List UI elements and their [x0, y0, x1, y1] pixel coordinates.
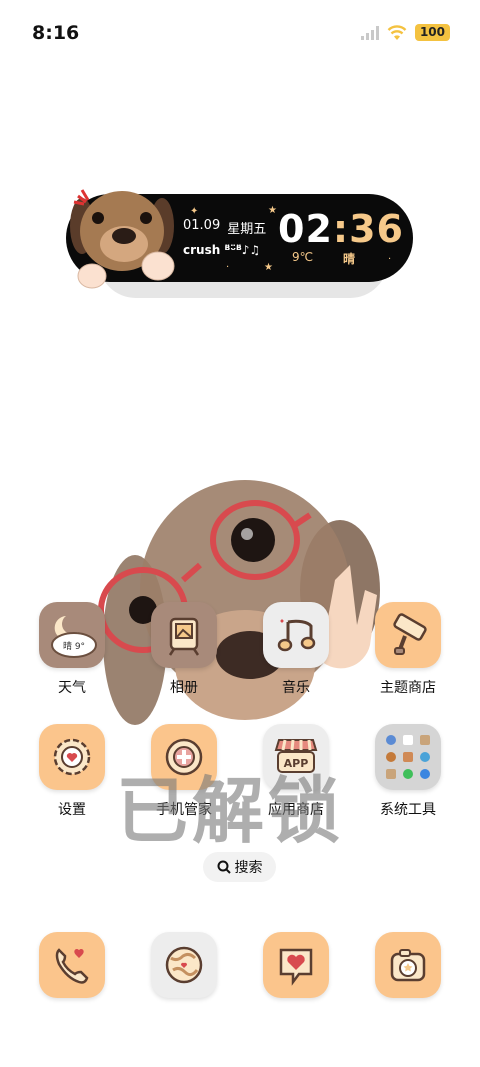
- app-label: 音乐: [282, 680, 310, 696]
- status-bar: 8:16 100: [0, 0, 480, 70]
- widget-clock-sep: :: [332, 207, 350, 251]
- search-icon: [217, 860, 231, 874]
- widget-clock: 02:36: [278, 207, 404, 251]
- app-system-tools-folder[interactable]: 系统工具: [358, 724, 458, 819]
- app-theme-store[interactable]: 主题商店: [358, 602, 458, 697]
- widget-date: 01.09: [183, 218, 221, 233]
- browser-icon[interactable]: [151, 932, 217, 998]
- app-label: 系统工具: [380, 802, 436, 818]
- app-label: 主题商店: [380, 680, 436, 696]
- theme-store-icon: [375, 602, 441, 668]
- star-decoration: ★: [268, 205, 277, 216]
- camera-icon[interactable]: [375, 932, 441, 998]
- widget-clock-min: 36: [349, 207, 404, 251]
- app-label: 设置: [58, 802, 86, 818]
- star-decoration: ✦: [190, 206, 199, 217]
- messages-icon[interactable]: [263, 932, 329, 998]
- app-gallery[interactable]: 相册: [134, 602, 234, 697]
- widget-clock-hour: 02: [278, 207, 333, 251]
- settings-icon: [39, 724, 105, 790]
- weather-icon: 晴 9°: [39, 602, 105, 668]
- search-button[interactable]: 搜索: [203, 852, 276, 882]
- app-label: 相册: [170, 680, 198, 696]
- wifi-icon: [387, 24, 407, 40]
- widget-temperature: 9℃: [292, 250, 314, 264]
- widget-weekday: 星期五: [227, 222, 267, 237]
- widget-weather: 晴: [343, 252, 356, 266]
- music-icon: [263, 602, 329, 668]
- star-decoration: ·: [388, 254, 392, 265]
- status-icons: 100: [360, 24, 450, 41]
- weather-icon-text: 晴 9°: [63, 640, 85, 652]
- unlocked-overlay-text: 已解锁: [116, 769, 345, 853]
- app-music[interactable]: 音乐: [246, 602, 346, 697]
- system-tools-folder-icon: [375, 724, 441, 790]
- app-label: 天气: [58, 680, 86, 696]
- dock: [0, 932, 480, 1002]
- battery-indicator: 100: [414, 24, 450, 41]
- gallery-icon: [151, 602, 217, 668]
- signal-icon: [360, 25, 379, 40]
- star-decoration: ·: [226, 262, 230, 273]
- search-label: 搜索: [234, 860, 263, 876]
- phone-icon[interactable]: [39, 932, 105, 998]
- app-weather[interactable]: 晴 9° 天气: [22, 602, 122, 697]
- status-time: 8:16: [32, 22, 80, 44]
- widget-dog-sticker: [70, 189, 175, 289]
- widget-date-row: 01.09 星期五: [183, 218, 266, 237]
- widget-song: crush ᴮ̈ᵕ̈ᴮ̈♪♫: [183, 243, 261, 257]
- app-settings[interactable]: 设置: [22, 724, 122, 819]
- star-decoration: ★: [264, 262, 273, 273]
